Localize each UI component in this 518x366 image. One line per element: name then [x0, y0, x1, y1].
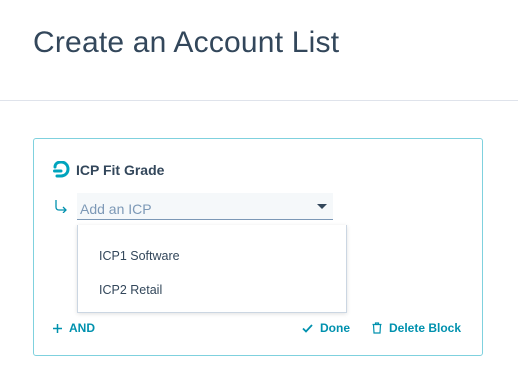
- add-and-button[interactable]: AND: [53, 321, 95, 335]
- delete-block-label: Delete Block: [389, 321, 462, 335]
- plus-icon: [53, 323, 62, 333]
- icp-select[interactable]: Add an ICP: [77, 193, 333, 220]
- dropdown-option-icp2[interactable]: ICP2 Retail: [99, 283, 162, 297]
- create-account-list-page: Create an Account List ICP Fit Grade Add…: [0, 0, 518, 366]
- check-icon: [302, 323, 313, 333]
- dropdown-option-icp1[interactable]: ICP1 Software: [99, 249, 180, 263]
- arrow-turn-right-icon: [54, 199, 68, 214]
- caret-down-icon: [317, 204, 327, 209]
- block-header: ICP Fit Grade: [52, 160, 165, 179]
- header-divider: [0, 100, 518, 101]
- page-title: Create an Account List: [33, 26, 340, 59]
- block-title: ICP Fit Grade: [76, 162, 165, 178]
- done-label: Done: [320, 321, 350, 335]
- trash-icon: [372, 322, 382, 334]
- hubspot-sprocket-icon: [52, 160, 70, 179]
- done-button[interactable]: Done: [302, 321, 350, 335]
- delete-block-button[interactable]: Delete Block: [372, 321, 461, 335]
- icp-dropdown-menu: ICP1 Software ICP2 Retail: [77, 225, 347, 313]
- filter-block: ICP Fit Grade Add an ICP ICP1 Software I…: [33, 138, 483, 356]
- icp-select-placeholder: Add an ICP: [80, 201, 152, 217]
- add-and-label: AND: [69, 321, 95, 335]
